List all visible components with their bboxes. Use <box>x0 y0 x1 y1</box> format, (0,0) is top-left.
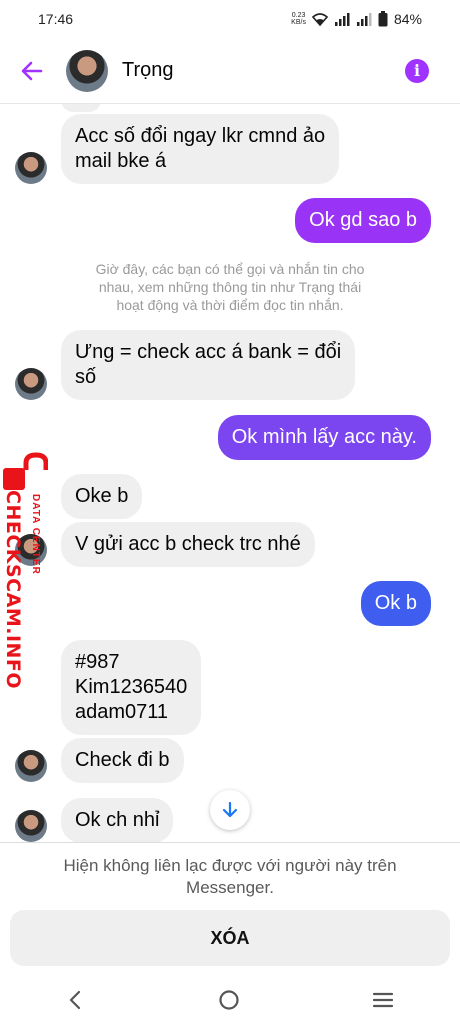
message-bubble[interactable]: V gửi acc b check trc nhé <box>61 522 315 567</box>
sender-avatar[interactable] <box>15 368 47 400</box>
info-icon[interactable]: i <box>405 58 429 83</box>
message-bubble[interactable]: Ok b <box>360 581 431 626</box>
arrow-down-icon <box>222 801 238 818</box>
recents-nav-icon[interactable] <box>372 989 394 1011</box>
lock-icon <box>3 452 48 490</box>
back-button[interactable] <box>0 59 64 83</box>
scroll-to-bottom-button[interactable] <box>210 790 250 830</box>
status-icons: 0.23 KB/s 84% <box>291 11 422 27</box>
net-speed: 0.23 KB/s <box>291 12 306 26</box>
status-bar: 17:46 0.23 KB/s 84% <box>0 0 460 38</box>
home-nav-icon[interactable] <box>218 989 240 1011</box>
back-arrow-icon <box>21 61 43 80</box>
contact-avatar[interactable] <box>66 49 108 92</box>
delete-button[interactable]: XÓA <box>10 910 450 966</box>
message-bubble[interactable]: Ok gd sao b <box>295 198 431 243</box>
message-bubble[interactable]: Ưng = check acc á bank = đổi số <box>61 330 356 400</box>
watermark-text: CHECKSCAM.INFO <box>2 490 24 690</box>
partial-bubble <box>61 104 101 112</box>
status-time: 17:46 <box>38 11 74 27</box>
unavailable-notice: Hiện không liên lạc được với người này t… <box>0 842 460 976</box>
sender-avatar[interactable] <box>15 152 47 184</box>
message-bubble[interactable]: Oke b <box>61 474 143 519</box>
sender-avatar[interactable] <box>15 750 47 782</box>
message-bubble[interactable]: Check đi b <box>61 738 184 783</box>
message-bubble[interactable]: Ok mình lấy acc này. <box>217 415 431 460</box>
conversation-header: Trọng i <box>0 38 460 104</box>
message-list[interactable]: Acc số đổi ngay lkr cmnd ảo mail bke á O… <box>0 104 460 842</box>
system-nav-bar <box>0 976 460 1024</box>
watermark: CHECKSCAM.INFO DATA CENTER <box>0 450 60 689</box>
system-note: Giờ đây, các bạn có thể gọi và nhắn tin … <box>95 261 365 313</box>
sender-avatar[interactable] <box>15 810 47 842</box>
signal-icon-2 <box>356 13 372 26</box>
watermark-subtext: DATA CENTER <box>30 494 41 575</box>
unavailable-message: Hiện không liên lạc được với người này t… <box>63 856 397 897</box>
signal-icon <box>334 13 350 26</box>
message-bubble[interactable]: Acc số đổi ngay lkr cmnd ảo mail bke á <box>61 114 340 184</box>
message-bubble[interactable]: Ok ch nhỉ <box>61 798 174 842</box>
battery-icon <box>378 11 388 27</box>
wifi-icon <box>311 13 328 26</box>
back-nav-icon[interactable] <box>66 989 86 1011</box>
message-bubble[interactable]: #987 Kim1236540 adam0711 <box>61 640 202 735</box>
battery-level: 84% <box>393 11 422 27</box>
contact-name[interactable]: Trọng <box>122 59 405 82</box>
